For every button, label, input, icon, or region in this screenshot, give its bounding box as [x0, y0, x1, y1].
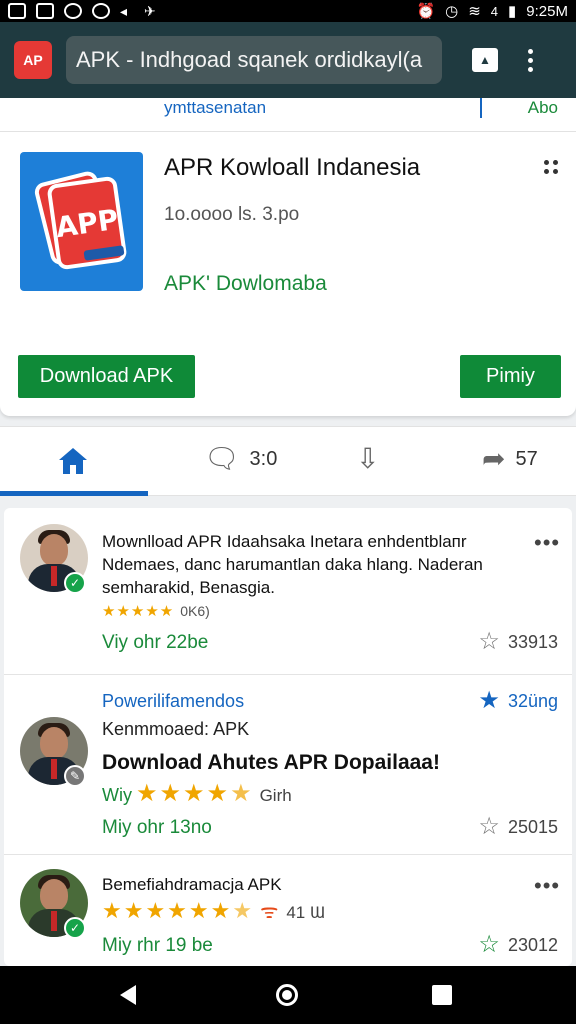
app-card: APP APR Kowloall Indanesia 1o.oooo ls. 3… [0, 132, 576, 416]
favorite-button[interactable]: ☆ 25015 33913 [478, 630, 558, 654]
starred-count: 32üng [507, 690, 558, 711]
home-icon[interactable] [56, 445, 90, 477]
favorite-count: 25015 [507, 816, 558, 837]
rating-count: 0K6) [180, 603, 210, 619]
back-icon[interactable] [120, 985, 136, 1005]
star-outline-icon: ☆ [478, 813, 500, 840]
battery-icon: ▮ [508, 3, 517, 20]
signal-icon: 4 [490, 3, 499, 19]
status-time: 9:25M [526, 2, 568, 20]
share-count: 57 [515, 447, 538, 470]
starred-button[interactable]: ★ 32üng [478, 689, 558, 713]
comment-icon: 🗨 [204, 443, 240, 474]
rating-stars: ★★★★★ 0K6) [102, 603, 210, 620]
status-bar: ◂ ✈ ⏰ ◷ ≋ 4 ▮ 9:25M [0, 0, 576, 22]
download-tray-icon: ⇩ [356, 443, 380, 474]
tab-share[interactable]: ➦ 57 [482, 445, 538, 473]
wifi-icon: ≋ [468, 3, 481, 20]
home-button-icon[interactable] [276, 984, 298, 1006]
account-notification-icon [64, 3, 82, 19]
more-options-icon[interactable]: ••• [534, 873, 560, 899]
clock-icon: ◷ [445, 3, 459, 20]
post-meta[interactable]: Viy ohr 22be [102, 632, 208, 654]
app-developer-link[interactable]: APK' Dowlomaba [164, 272, 327, 296]
fire-icon: ᯤ [260, 901, 281, 923]
more-options-icon[interactable]: ••• [534, 530, 560, 556]
favorite-count: 23012 [507, 934, 558, 955]
top-strip: ymttasenatan Abo [0, 98, 576, 132]
tab-switcher-icon: ▲ [479, 53, 491, 67]
alarm-icon: ⏰ [416, 3, 436, 20]
app-title: APR Kowloall Indanesia [164, 154, 421, 181]
photo-notification-icon [8, 3, 26, 19]
favorite-count-1: 33913 [507, 631, 558, 652]
download-apk-button[interactable]: Download APK [18, 355, 195, 398]
favorite-button[interactable]: ☆ 25015 [478, 815, 558, 839]
post-item[interactable]: ✎ Powerilifamendos ★ 32üng Kenmmoaed: AP… [4, 674, 572, 854]
rating-stars: ★★★★★★★ ᯤ 41 Ɯ [102, 898, 326, 923]
share-arrow-icon: ➦ [482, 443, 506, 474]
url-bar[interactable]: APK - Indhgoad sqanek ordidkayl(a [66, 36, 442, 84]
tab-download[interactable]: ⇩ [356, 445, 379, 473]
top-strip-link[interactable]: ymttasenatan [164, 98, 266, 118]
app-logo[interactable]: AP [14, 41, 52, 79]
system-nav-bar [0, 966, 576, 1024]
star-outline-icon: ☆ [478, 628, 500, 655]
app-subtitle: 1o.oooo ls. 3.po [164, 204, 300, 225]
share-notification-icon: ◂ [120, 3, 128, 19]
app-icon[interactable]: APP [20, 152, 143, 291]
active-tab-indicator [0, 491, 148, 496]
post-subline: Kenmmoaed: APK [102, 719, 250, 739]
post-headline: Download Ahutes APR Dopailaaa! [102, 751, 440, 774]
post-feed: ✓ Mownlload APR Idaahsaka Inetara enhden… [4, 508, 572, 966]
browser-toolbar: AP APK - Indhgoad sqanek ordidkayl(a ▲ [0, 22, 576, 98]
star-filled-icon: ★ [478, 687, 500, 714]
app-options-icon[interactable] [544, 160, 558, 174]
post-item[interactable]: ✓ Mownlload APR Idaahsaka Inetara enhden… [4, 508, 572, 674]
divider [480, 98, 482, 118]
rating-label: Wiy [102, 785, 132, 805]
post-meta[interactable]: Miy rhr 19 be [102, 935, 213, 957]
verified-badge-icon: ✓ [64, 572, 86, 594]
rating-count: Girh [259, 786, 292, 805]
post-text: Mownlload APR Idaahsaka Inetara enhdentb… [102, 532, 483, 597]
post-meta[interactable]: Miy ohr 13no [102, 817, 212, 839]
secondary-action-button[interactable]: Pimiy [460, 355, 561, 398]
recent-apps-icon[interactable] [432, 985, 452, 1005]
rating-stars: Wiy ★★★★★ Girh [102, 780, 292, 807]
edit-badge-icon: ✎ [64, 765, 86, 787]
star-outline-icon: ☆ [478, 931, 500, 958]
favorite-button[interactable]: ☆ 23012 [478, 933, 558, 957]
plane-notification-icon: ✈ [144, 3, 156, 19]
post-text: Bemefiahdramacja APK [102, 875, 282, 894]
comments-count: 3:0 [249, 447, 278, 470]
tabs-button[interactable]: ▲ [472, 48, 498, 72]
rating-count: 41 Ɯ [286, 903, 326, 922]
post-item[interactable]: ✓ Bemefiahdramacja APK ••• ★★★★★★★ ᯤ 41 Ɯ … [4, 854, 572, 966]
gallery-notification-icon [36, 3, 54, 19]
tab-comments[interactable]: 🗨 3:0 [204, 445, 277, 473]
overflow-menu-button[interactable] [528, 48, 533, 72]
post-author-link[interactable]: Powerilifamendos [102, 691, 244, 712]
verified-badge-icon: ✓ [64, 917, 86, 939]
chat-notification-icon [92, 3, 110, 19]
top-strip-right-link[interactable]: Abo [528, 98, 558, 118]
action-tabs: 🗨 3:0 ⇩ ➦ 57 [0, 426, 576, 496]
